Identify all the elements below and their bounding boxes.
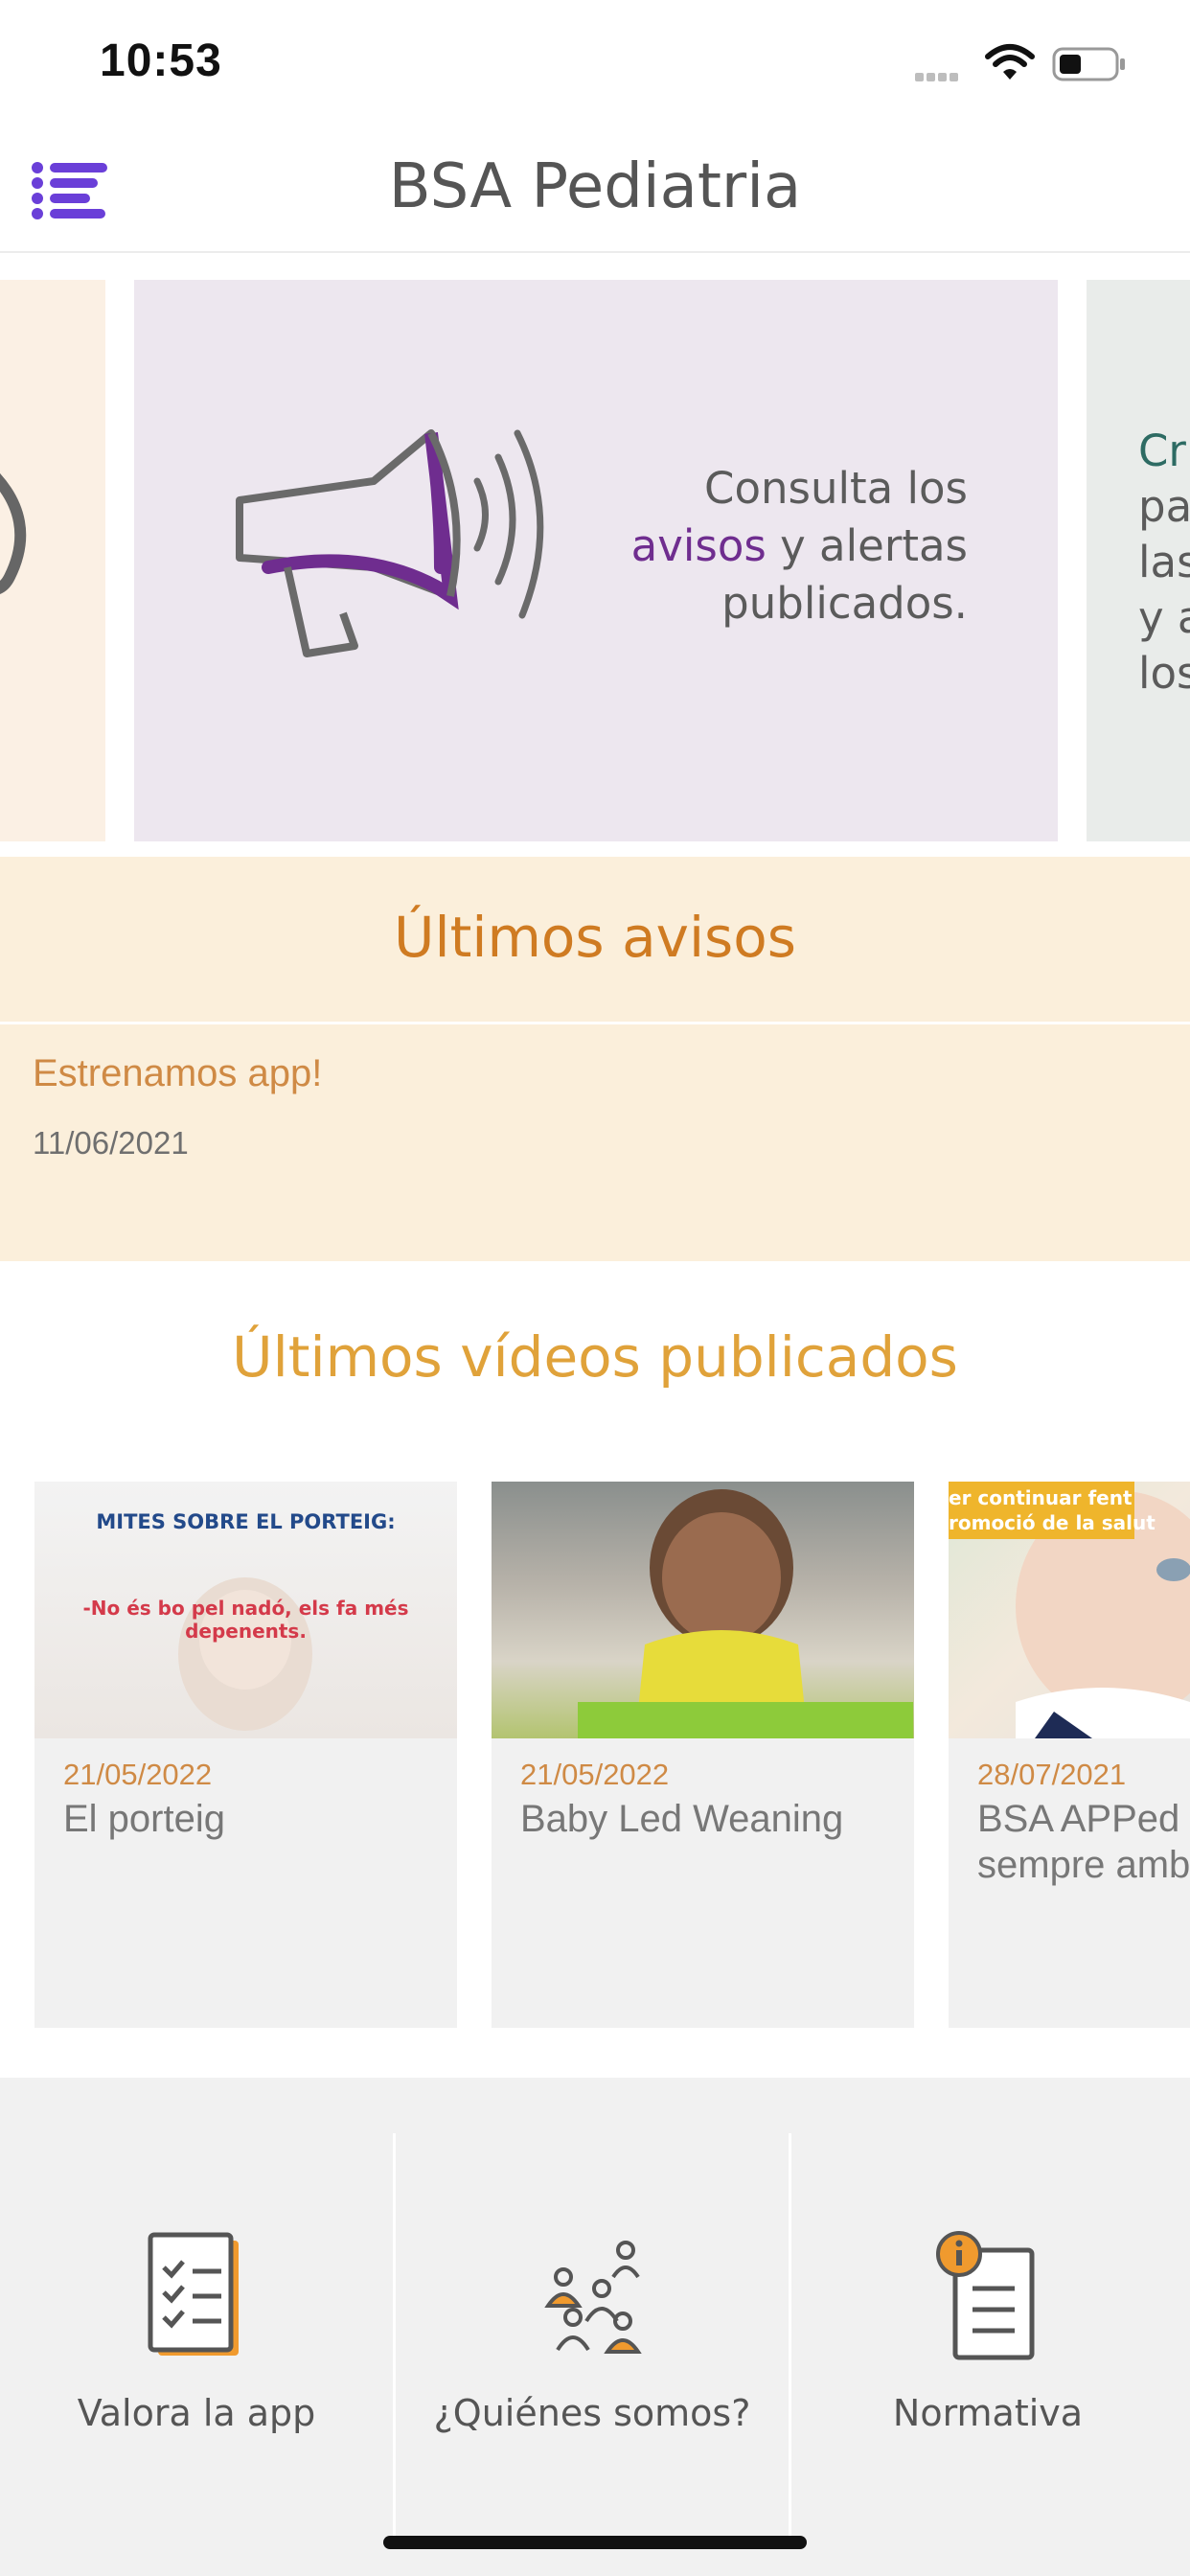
video-card[interactable]: MITES SOBRE EL PORTEIG: -No és bo pel na… [34,1482,457,2028]
carousel-next-line: las [1138,537,1190,587]
home-indicator [383,2536,807,2549]
tile-quienes-somos[interactable]: ¿Quiénes somos? [396,2133,789,2555]
video-thumbnail: MITES SOBRE EL PORTEIG: -No és bo pel na… [34,1482,457,1738]
carousel-previous-illustration [0,472,27,594]
carousel-card-previous[interactable] [0,280,105,841]
video-title: El porteig [63,1798,225,1840]
video-title-line: sempre amb [977,1844,1190,1886]
app-title: BSA Pediatria [388,151,802,222]
people-icon [544,2241,642,2354]
thumbnail-heading: MITES SOBRE EL PORTEIG: [96,1510,396,1533]
carousel-text-highlight: avisos [630,520,767,571]
status-time: 10:53 [100,35,222,86]
baby-eating-photo [578,1489,913,1738]
video-thumbnail: er continuar fent romoció de la salut [949,1482,1190,1738]
thumbnail-caption: -No és bo pel nadó, els fa més depenents… [82,1597,409,1643]
tile-valora-la-app[interactable]: Valora la app [0,2133,393,2555]
carousel-next-line: par [1138,481,1190,532]
video-title: Baby Led Weaning [520,1798,844,1840]
carousel-next-line: Cr [1138,426,1186,476]
megaphone-icon [236,429,544,657]
carousel-next-text: Cr par las y a los [1138,424,1190,702]
aviso-item-date: 11/06/2021 [33,1125,189,1161]
thumbnail-banner-text: er continuar fent romoció de la salut [949,1486,1156,1534]
video-date: 21/05/2022 [63,1758,213,1791]
divider [0,1022,1190,1024]
video-card[interactable]: 21/05/2022 Baby Led Weaning [492,1482,914,2028]
tile-label: Valora la app [77,2392,316,2434]
carousel-next-line: y a [1138,592,1190,643]
carousel-card-avisos[interactable]: Consulta los avisos y alertas publicados. [134,280,1058,841]
carousel-card-text: Consulta los avisos y alertas publicados. [546,460,968,632]
carousel-card-next[interactable]: Cr par las y a los [1087,280,1190,841]
video-title-line: BSA APPed [977,1798,1180,1840]
tile-normativa[interactable]: Normativa [791,2133,1184,2555]
avisos-heading: Últimos avisos [394,905,796,970]
video-thumbnail [492,1482,914,1738]
videos-heading: Últimos vídeos publicados [232,1324,958,1390]
baby-photo [178,1577,312,1731]
video-title: BSA APPed sempre amb [977,1796,1190,1888]
carousel-next-line: los [1138,648,1190,699]
video-date: 21/05/2022 [520,1758,670,1791]
battery-icon [1052,47,1125,81]
wifi-icon [985,44,1035,80]
tile-label: ¿Quiénes somos? [433,2392,751,2434]
aviso-item-title[interactable]: Estrenamos app! [33,1052,322,1095]
tile-label: Normativa [892,2392,1084,2434]
video-date: 28/07/2021 [977,1758,1127,1791]
checklist-icon [148,2232,239,2356]
video-card[interactable]: er continuar fent romoció de la salut 28… [949,1482,1190,2028]
cellular-signal-icon [915,67,961,85]
carousel-text-start: Consulta los [704,463,968,514]
document-info-icon [936,2231,1035,2360]
